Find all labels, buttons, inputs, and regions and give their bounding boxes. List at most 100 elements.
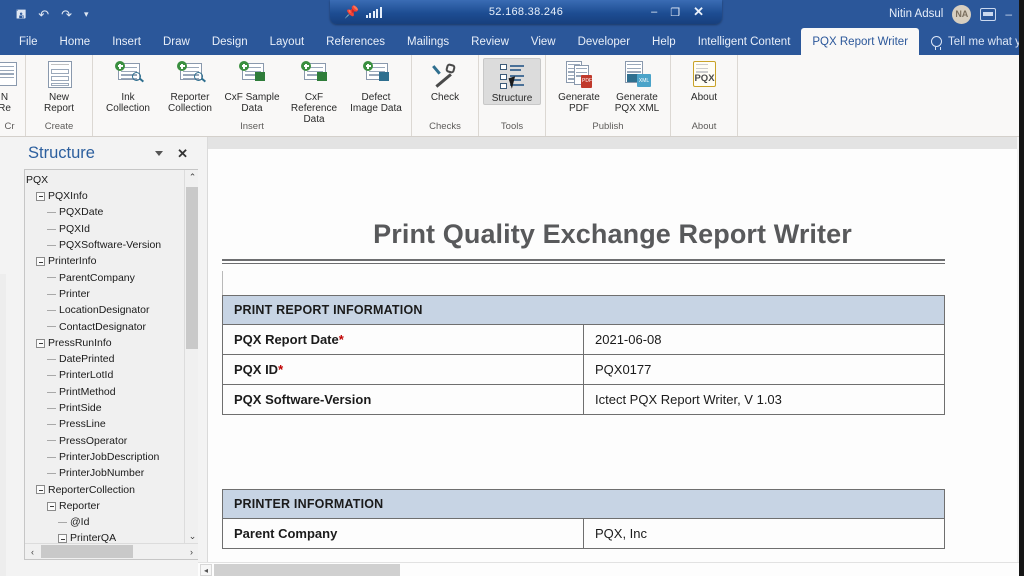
row-value[interactable]: PQX0177	[583, 354, 945, 385]
tree-item-label: PQXInfo	[48, 190, 88, 203]
tab-mailings[interactable]: Mailings	[396, 28, 460, 55]
tree-item[interactable]: PrintMethod	[25, 384, 183, 400]
row-value[interactable]: Ictect PQX Report Writer, V 1.03	[583, 384, 945, 415]
reporter-collection-label: Reporter Collection	[168, 92, 212, 115]
defect-image-data-label: Defect Image Data	[350, 92, 402, 115]
close-icon[interactable]: ✕	[177, 147, 188, 160]
tree-item[interactable]: PrintSide	[25, 400, 183, 416]
tree-item[interactable]: PrinterJobDescription	[25, 449, 183, 465]
tree-item[interactable]: PrinterJobNumber	[25, 465, 183, 481]
scroll-left-arrow-icon[interactable]: ‹	[25, 544, 40, 559]
tree-item[interactable]: @Id	[25, 514, 183, 530]
tree-item[interactable]: ContactDesignator	[25, 319, 183, 335]
ribbon-display-options-icon[interactable]	[980, 7, 997, 21]
tree-item-label: PressRunInfo	[48, 336, 112, 349]
structure-horizontal-scrollbar[interactable]: ‹ ›	[25, 543, 199, 559]
tree-connector-line	[47, 472, 56, 474]
tab-file[interactable]: File	[8, 28, 49, 55]
tab-developer[interactable]: Developer	[567, 28, 641, 55]
account-name[interactable]: Nitin Adsul	[889, 8, 943, 20]
defect-image-data-button[interactable]: Defect Image Data	[345, 58, 407, 114]
ribbon-group-label-tools: Tools	[500, 121, 524, 132]
table-row[interactable]: PQX Report Date* 2021-06-08	[222, 324, 945, 355]
structure-vertical-scrollbar[interactable]: ⌃ ⌄	[184, 170, 199, 544]
tab-intelligent-content[interactable]: Intelligent Content	[687, 28, 802, 55]
word-application-window: 🖪 ↶ ↷ ▾ Lesson 5 for PQX Report Writer T…	[0, 0, 1024, 576]
tree-item[interactable]: PressRunInfo	[25, 335, 183, 351]
tree-item[interactable]: DatePrinted	[25, 351, 183, 367]
tree-collapse-toggle-icon[interactable]	[47, 501, 56, 511]
doc-scroll-left-arrow-icon[interactable]: ◂	[200, 564, 212, 576]
tree-item[interactable]: LocationDesignator	[25, 302, 183, 318]
ink-collection-button[interactable]: Ink Collection	[97, 58, 159, 114]
ribbon-group-create: New Report Create	[26, 55, 93, 136]
scroll-right-arrow-icon[interactable]: ›	[184, 544, 199, 559]
tree-connector-line	[47, 277, 56, 279]
table-row[interactable]: PQX Software-Version Ictect PQX Report W…	[222, 384, 945, 415]
tree-item[interactable]: ReporterCollection	[25, 482, 183, 498]
left-gutter	[0, 274, 6, 576]
structure-button[interactable]: Structure	[483, 58, 541, 106]
tree-item-label: PressLine	[59, 418, 106, 431]
tell-me-label: Tell me what you want to	[948, 35, 1024, 48]
tree-item-label: LocationDesignator	[59, 304, 150, 317]
row-value[interactable]: 2021-06-08	[583, 324, 945, 355]
table-row[interactable]: PQX ID* PQX0177	[222, 354, 945, 385]
tree-item[interactable]: PrinterInfo	[25, 253, 183, 269]
tree-connector-line	[47, 212, 56, 214]
doc-horizontal-scroll-thumb[interactable]	[214, 564, 400, 576]
table-row[interactable]: Parent Company PQX, Inc	[222, 518, 945, 549]
tree-item[interactable]: PQXId	[25, 221, 183, 237]
tree-collapse-toggle-icon[interactable]	[58, 534, 67, 544]
tab-pqx-report-writer[interactable]: PQX Report Writer	[801, 28, 920, 55]
tree-item[interactable]: Printer	[25, 286, 183, 302]
tree-collapse-toggle-icon[interactable]	[36, 338, 45, 348]
about-button[interactable]: PQX About	[675, 58, 733, 103]
tree-item[interactable]: PQXInfo	[25, 188, 183, 204]
tree-item[interactable]: PQXSoftware-Version	[25, 237, 183, 253]
tab-design[interactable]: Design	[201, 28, 259, 55]
tree-item[interactable]: ParentCompany	[25, 270, 183, 286]
printer-information-table[interactable]: PRINTER INFORMATION Parent Company PQX, …	[222, 489, 945, 549]
tab-insert[interactable]: Insert	[101, 28, 152, 55]
ribbon-group-label-about: About	[691, 121, 717, 132]
check-button[interactable]: Check	[416, 58, 474, 103]
chevron-down-icon[interactable]	[155, 150, 164, 156]
tree-item[interactable]: Reporter	[25, 498, 183, 514]
document-horizontal-scrollbar[interactable]: ◂	[198, 562, 1024, 576]
print-report-information-table[interactable]: PRINT REPORT INFORMATION PQX Report Date…	[222, 295, 945, 415]
tree-item[interactable]: PressOperator	[25, 433, 183, 449]
cxf-sample-data-button[interactable]: CxF Sample Data	[221, 58, 283, 114]
new-report-button[interactable]: New Report	[30, 58, 88, 114]
tab-view[interactable]: View	[520, 28, 567, 55]
avatar[interactable]: NA	[952, 4, 972, 24]
new-report-partial-button[interactable]: N Re	[0, 58, 18, 114]
tab-references[interactable]: References	[315, 28, 396, 55]
tree-collapse-toggle-icon[interactable]	[36, 485, 45, 495]
structure-tree[interactable]: PQX PQXInfo PQXDate PQXId PQXSoftware-Versio…	[24, 169, 200, 560]
tab-draw[interactable]: Draw	[152, 28, 201, 55]
tree-item[interactable]: PrinterLotId	[25, 368, 183, 384]
document-page[interactable]: Print Quality Exchange Report Writer PRI…	[207, 137, 1017, 562]
about-label: About	[690, 92, 718, 103]
row-value[interactable]: PQX, Inc	[583, 518, 945, 549]
generate-pdf-button[interactable]: PDF Generate PDF	[550, 58, 608, 114]
tab-home[interactable]: Home	[49, 28, 102, 55]
tab-layout[interactable]: Layout	[259, 28, 316, 55]
generate-pqx-xml-button[interactable]: XML Generate PQX XML	[608, 58, 666, 114]
ribbon-group-about: PQX About About	[671, 55, 738, 136]
tab-review[interactable]: Review	[460, 28, 520, 55]
cxf-reference-data-button[interactable]: CxF Reference Data	[283, 58, 345, 126]
window-minimize-button[interactable]: –	[1005, 7, 1012, 21]
tree-item-label: PQXDate	[59, 206, 104, 219]
horizontal-scroll-thumb[interactable]	[41, 545, 133, 558]
reporter-collection-button[interactable]: Reporter Collection	[159, 58, 221, 114]
new-report-icon	[43, 60, 75, 90]
tree-collapse-toggle-icon[interactable]	[36, 191, 45, 201]
tree-item[interactable]: PQXDate	[25, 205, 183, 221]
tree-item[interactable]: PressLine	[25, 416, 183, 432]
tell-me-search[interactable]: Tell me what you want to	[919, 28, 1024, 55]
tab-help[interactable]: Help	[641, 28, 687, 55]
tree-collapse-toggle-icon[interactable]	[36, 257, 45, 267]
tree-item[interactable]: PQX	[25, 172, 183, 188]
